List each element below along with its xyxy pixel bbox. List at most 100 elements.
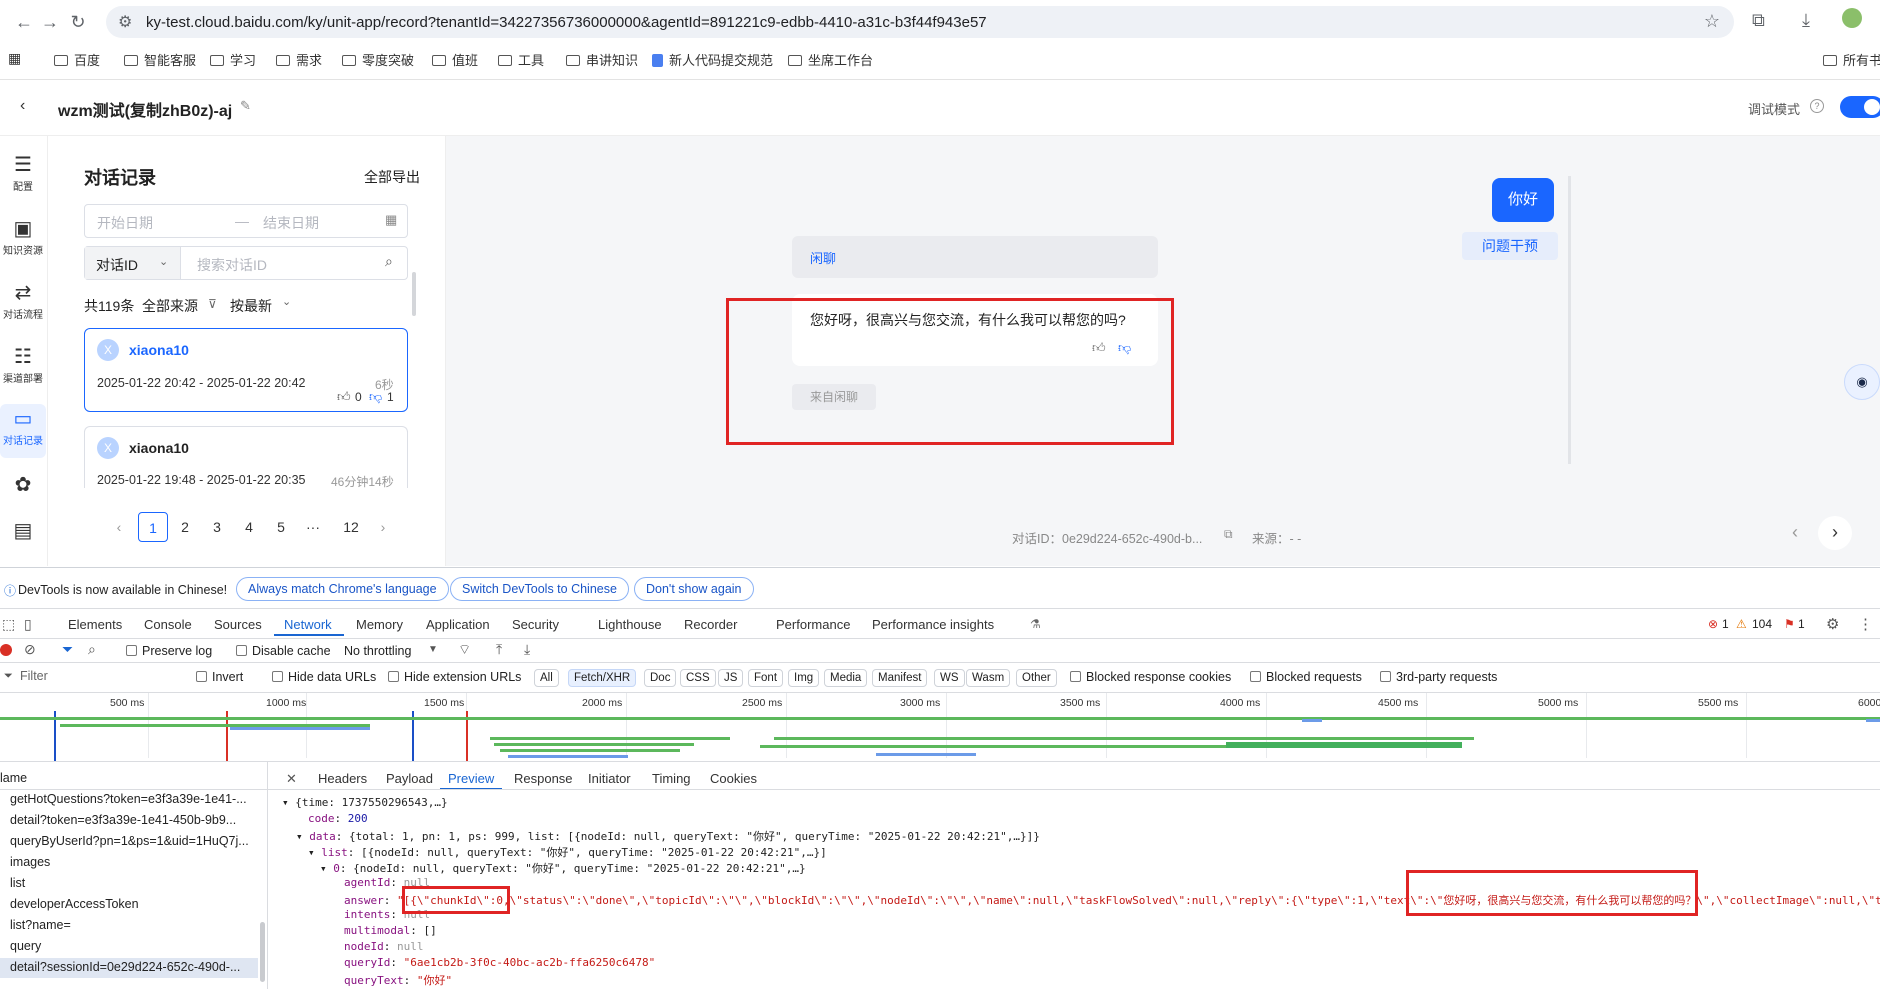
error-icon[interactable]: ⊗ (1708, 617, 1718, 631)
request-list-scrollbar[interactable] (260, 922, 265, 982)
search-icon[interactable]: ⌕ (88, 641, 96, 658)
hide-extension-urls-checkbox[interactable]: Hide extension URLs (388, 670, 521, 684)
inspect-icon[interactable]: ⬚ (2, 616, 15, 633)
bookmark-item[interactable]: 百度 (54, 50, 100, 69)
prev-conversation-icon[interactable]: ‹ (1792, 522, 1798, 543)
rail-item-cluster[interactable]: ✿ (0, 474, 46, 496)
tab-initiator[interactable]: Initiator (588, 771, 631, 786)
tab-response[interactable]: Response (514, 771, 573, 786)
bookmark-item[interactable]: 工具 (498, 50, 544, 69)
page-4[interactable]: 4 (234, 512, 264, 542)
request-row[interactable]: query (10, 939, 255, 953)
prev-page-icon[interactable]: ‹ (104, 512, 134, 542)
bookmark-item[interactable]: 智能客服 (124, 50, 196, 69)
forward-icon[interactable]: → (38, 10, 62, 34)
search-icon[interactable]: ⌕ (385, 253, 393, 270)
network-overview[interactable]: 500 ms 1000 ms 1500 ms 2000 ms 2500 ms 3… (0, 693, 1880, 761)
record-card[interactable]: X xiaona10 2025-01-22 19:48 - 2025-01-22… (84, 426, 408, 488)
start-date-field[interactable]: 开始日期 (97, 213, 153, 233)
type-all[interactable]: All (534, 669, 559, 687)
type-doc[interactable]: Doc (644, 669, 677, 687)
date-range-picker[interactable]: 开始日期 — 结束日期 ▦ (84, 204, 408, 238)
clear-icon[interactable]: ⊘ (24, 641, 36, 658)
json-line[interactable]: ▾ list: [{nodeId: null, queryText: "你好",… (308, 844, 827, 860)
edit-icon[interactable]: ✎ (240, 98, 251, 114)
invert-checkbox[interactable]: Invert (196, 670, 243, 684)
help-icon[interactable]: ? (1810, 99, 1824, 113)
assistant-robot-icon[interactable]: ◉ (1844, 364, 1880, 400)
address-bar[interactable]: ⚙ ky-test.cloud.baidu.com/ky/unit-app/re… (106, 6, 1734, 38)
blocked-cookies-checkbox[interactable]: Blocked response cookies (1070, 670, 1231, 684)
request-row[interactable]: developerAccessToken (10, 897, 255, 911)
tab-console[interactable]: Console (144, 617, 192, 632)
record-icon[interactable] (0, 644, 12, 656)
chat-scrollbar[interactable] (1568, 176, 1571, 464)
record-card[interactable]: X xiaona10 2025-01-22 20:42 - 2025-01-22… (84, 328, 408, 412)
copy-icon[interactable]: ⧉ (1224, 527, 1233, 542)
type-font[interactable]: Font (748, 669, 784, 687)
tab-performance-insights[interactable]: Performance insights (872, 617, 994, 632)
name-column-header[interactable]: lame (0, 771, 27, 785)
request-row[interactable]: images (10, 855, 255, 869)
page-5[interactable]: 5 (266, 512, 296, 542)
back-arrow-icon[interactable]: ‹ (20, 97, 25, 115)
bookmark-item[interactable]: 新人代码提交规范 (652, 50, 773, 69)
request-row[interactable]: getHotQuestions?token=e3f3a39e-1e41-... (10, 792, 255, 806)
apps-icon[interactable]: ▦ (8, 50, 21, 67)
tab-cookies[interactable]: Cookies (710, 771, 757, 786)
json-line[interactable]: ▾ 0: {nodeId: null, queryText: "你好", que… (320, 860, 806, 876)
issue-icon[interactable]: ⚑ (1784, 617, 1795, 631)
tab-security[interactable]: Security (512, 617, 559, 632)
type-fetch-xhr[interactable]: Fetch/XHR (568, 669, 637, 687)
tab-preview[interactable]: Preview (448, 771, 494, 786)
all-bookmarks[interactable]: 所有书 (1822, 50, 1880, 69)
type-js[interactable]: JS (718, 669, 744, 687)
request-row[interactable]: detail?token=e3f3a39e-1e41-450b-9b9... (10, 813, 255, 827)
page-3[interactable]: 3 (202, 512, 232, 542)
reload-icon[interactable]: ↻ (66, 10, 90, 34)
type-css[interactable]: CSS (680, 669, 716, 687)
tab-application[interactable]: Application (426, 617, 490, 632)
filter-icon[interactable]: ⊽ (208, 297, 217, 311)
back-icon[interactable]: ← (12, 10, 36, 34)
json-line[interactable]: ▾ {time: 1737550296543,…} (282, 796, 448, 809)
extensions-icon[interactable]: ⧉ (1752, 10, 1765, 31)
close-icon[interactable]: ✕ (286, 771, 297, 787)
tab-elements[interactable]: Elements (68, 617, 122, 632)
source-filter[interactable]: 全部来源 (142, 296, 198, 316)
bookmark-item[interactable]: 串讲知识 (566, 50, 638, 69)
disable-cache-checkbox[interactable]: Disable cache (236, 644, 331, 658)
next-page-icon[interactable]: › (368, 512, 398, 542)
request-row[interactable]: queryByUserId?pn=1&ps=1&uid=1HuQ7j... (10, 834, 255, 848)
rail-item-config[interactable]: ☰ 配置 (0, 154, 46, 193)
dont-show-button[interactable]: Don't show again (634, 577, 754, 601)
filter-input[interactable]: Filter (20, 669, 48, 683)
hide-data-urls-checkbox[interactable]: Hide data URLs (272, 670, 376, 684)
bookmark-item[interactable]: 学习 (210, 50, 256, 69)
page-1[interactable]: 1 (138, 512, 168, 542)
page-12[interactable]: 12 (336, 512, 366, 542)
bookmark-item[interactable]: 需求 (276, 50, 322, 69)
throttling-select[interactable]: No throttling (344, 644, 411, 658)
rail-item-knowledge[interactable]: ▣ 知识资源 (0, 218, 46, 257)
list-scrollbar[interactable] (412, 272, 416, 316)
type-manifest[interactable]: Manifest (872, 669, 928, 687)
debug-mode-toggle[interactable] (1840, 96, 1880, 118)
third-party-checkbox[interactable]: 3rd-party requests (1380, 670, 1497, 684)
type-wasm[interactable]: Wasm (966, 669, 1011, 687)
type-ws[interactable]: WS (934, 669, 965, 687)
end-date-field[interactable]: 结束日期 (263, 213, 319, 233)
import-har-icon[interactable]: ⤒ (496, 641, 502, 658)
request-row[interactable]: list?name= (10, 918, 255, 932)
tab-timing[interactable]: Timing (652, 771, 691, 786)
page-2[interactable]: 2 (170, 512, 200, 542)
tab-sources[interactable]: Sources (214, 617, 262, 632)
type-img[interactable]: Img (788, 669, 820, 687)
tab-performance[interactable]: Performance (776, 617, 850, 632)
bookmark-item[interactable]: 值班 (432, 50, 478, 69)
more-menu-icon[interactable]: ⋮ (1858, 615, 1873, 633)
profile-avatar[interactable] (1842, 8, 1862, 28)
tab-headers[interactable]: Headers (318, 771, 367, 786)
sort-select[interactable]: 按最新 (230, 296, 272, 316)
switch-chinese-button[interactable]: Switch DevTools to Chinese (450, 577, 629, 601)
